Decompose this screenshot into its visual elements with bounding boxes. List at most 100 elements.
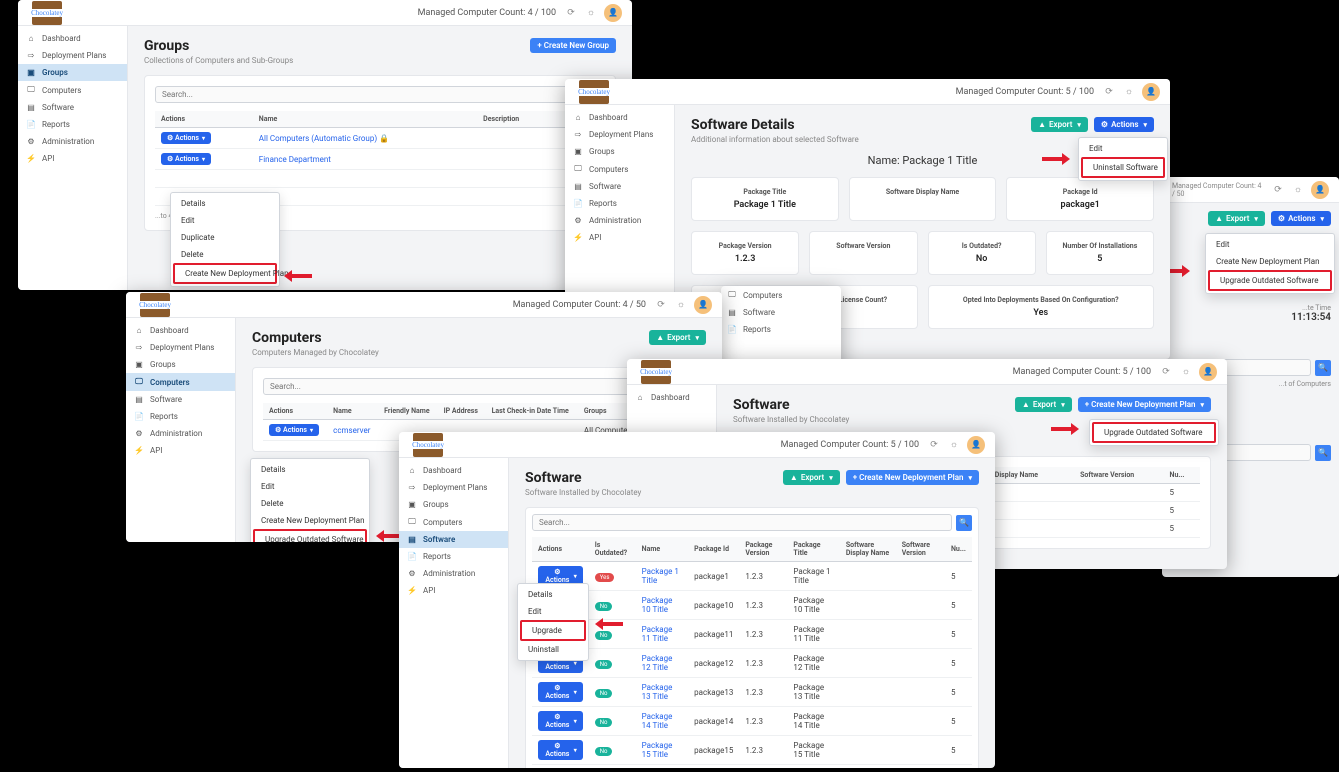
actions-dropdown[interactable]: Details Edit Duplicate Delete Create New…	[170, 192, 280, 287]
theme-icon[interactable]: ☼	[1122, 85, 1136, 99]
actions-dropdown[interactable]: Details Edit Upgrade Uninstall	[517, 583, 589, 661]
menu-edit[interactable]: Edit	[251, 478, 369, 495]
avatar[interactable]: 👤	[1311, 181, 1329, 199]
avatar[interactable]: 👤	[967, 436, 985, 454]
sidebar-item-admin[interactable]: ⚙Administration	[565, 212, 674, 229]
menu-create-deployment[interactable]: Create New Deployment Plan	[251, 512, 369, 529]
refresh-icon[interactable]: ⟳	[564, 6, 578, 20]
export-button[interactable]: ▲ Export	[1015, 397, 1072, 412]
sidebar-item-dashboard[interactable]: ⌂Dashboard	[565, 109, 674, 126]
table-row[interactable]: ⚙ Actions ▾ No Package 10 Titlepackage10…	[532, 591, 972, 620]
sidebar-item-reports[interactable]: 📄Reports	[721, 321, 841, 338]
sidebar-item-deployment[interactable]: ⇨Deployment Plans	[565, 126, 674, 143]
sidebar-item-admin[interactable]: ⚙Administration	[126, 425, 235, 442]
sidebar-item-computers[interactable]: 🖵Computers	[565, 160, 674, 178]
sidebar-item-dashboard[interactable]: ⌂Dashboard	[126, 322, 235, 339]
sidebar-item-reports[interactable]: 📄Reports	[126, 408, 235, 425]
sidebar-item-groups[interactable]: ▣Groups	[399, 496, 508, 513]
refresh-icon[interactable]: ⟳	[927, 438, 941, 452]
sidebar-item-computers[interactable]: 🖵Computers	[399, 513, 508, 531]
refresh-icon[interactable]: ⟳	[1159, 365, 1173, 379]
actions-button[interactable]: ⚙ Actions ▾	[269, 424, 319, 436]
menu-details[interactable]: Details	[518, 586, 588, 603]
sidebar-item-software[interactable]: ▤Software	[399, 531, 508, 548]
actions-button[interactable]: ⚙ Actions ▾	[538, 682, 583, 702]
table-row[interactable]: ⚙ Actions ▾ No Package 14 Titlepackage14…	[532, 707, 972, 736]
export-button[interactable]: ▲ Export	[783, 470, 840, 485]
export-button[interactable]: ▲ Export	[649, 330, 706, 345]
actions-button[interactable]: ⚙ Actions	[1271, 211, 1331, 226]
create-dropdown[interactable]: Upgrade Outdated Software	[1089, 419, 1219, 446]
sidebar-item-deployment[interactable]: ⇨Deployment Plans	[18, 47, 127, 64]
sidebar-item-groups[interactable]: ▣Groups	[18, 64, 127, 81]
theme-icon[interactable]: ☼	[1291, 183, 1305, 197]
actions-dropdown[interactable]: Edit Uninstall Software	[1078, 137, 1168, 181]
menu-upgrade[interactable]: Upgrade	[520, 620, 586, 641]
sidebar-item-admin[interactable]: ⚙Administration	[18, 133, 127, 150]
sidebar-item-computers[interactable]: 🖵Computers	[18, 81, 127, 99]
avatar[interactable]: 👤	[694, 296, 712, 314]
table-row[interactable]: ⚙ Actions ▾ No Package 15 Titlepackage15…	[532, 736, 972, 765]
theme-icon[interactable]: ☼	[584, 6, 598, 20]
table-row[interactable]: ⚙ Actions ▾ No Package 16 Titlepackage16…	[532, 765, 972, 769]
menu-delete[interactable]: Delete	[171, 246, 279, 263]
sidebar-item-deployment[interactable]: ⇨Deployment Plans	[399, 479, 508, 496]
sidebar-item-groups[interactable]: ▣Groups	[126, 356, 235, 373]
menu-delete[interactable]: Delete	[251, 495, 369, 512]
actions-button[interactable]: ⚙ Actions ▾	[161, 132, 211, 144]
search-input[interactable]	[155, 86, 605, 103]
export-button[interactable]: ▲ Export	[1208, 211, 1265, 226]
search-button[interactable]: 🔍	[956, 515, 972, 531]
sidebar-item-api[interactable]: ⚡API	[565, 229, 674, 246]
menu-edit[interactable]: Edit	[1079, 140, 1167, 157]
sidebar-item-deployment[interactable]: ⇨Deployment Plans	[126, 339, 235, 356]
avatar[interactable]: 👤	[1199, 363, 1217, 381]
menu-uninstall[interactable]: Uninstall Software	[1081, 157, 1165, 178]
actions-dropdown[interactable]: Details Edit Delete Create New Deploymen…	[250, 458, 370, 542]
avatar[interactable]: 👤	[1142, 83, 1160, 101]
sidebar-item-admin[interactable]: ⚙Administration	[399, 565, 508, 582]
create-deployment-button[interactable]: + Create New Deployment Plan	[846, 470, 979, 485]
refresh-icon[interactable]: ⟳	[1102, 85, 1116, 99]
actions-dropdown[interactable]: Edit Create New Deployment Plan Upgrade …	[1205, 233, 1335, 294]
menu-upgrade-outdated[interactable]: Upgrade Outdated Software	[1208, 270, 1332, 291]
refresh-icon[interactable]: ⟳	[1271, 183, 1285, 197]
table-row[interactable]: ⚙ Actions ▾ Yes Package 1 Titlepackage11…	[532, 562, 972, 591]
menu-uninstall[interactable]: Uninstall	[518, 641, 588, 658]
sidebar-item-reports[interactable]: 📄Reports	[18, 116, 127, 133]
sidebar-item-groups[interactable]: ▣Groups	[565, 143, 674, 160]
avatar[interactable]: 👤	[604, 4, 622, 22]
menu-upgrade-outdated[interactable]: Upgrade Outdated Software	[1092, 422, 1216, 443]
sidebar-item-reports[interactable]: 📄Reports	[399, 548, 508, 565]
export-button[interactable]: ▲ Export	[1031, 117, 1088, 132]
sidebar-item-software[interactable]: ▤Software	[565, 178, 674, 195]
create-group-button[interactable]: + Create New Group	[530, 38, 616, 53]
sidebar-item-software[interactable]: ▤Software	[18, 99, 127, 116]
menu-upgrade-outdated[interactable]: Upgrade Outdated Software	[253, 529, 367, 542]
create-deployment-button[interactable]: + Create New Deployment Plan	[1078, 397, 1211, 412]
menu-create-deployment[interactable]: Create New Deployment Plan	[1206, 253, 1334, 270]
menu-details[interactable]: Details	[251, 461, 369, 478]
menu-edit[interactable]: Edit	[518, 603, 588, 620]
table-row[interactable]: ⚙ Actions ▾ No Package 13 Titlepackage13…	[532, 678, 972, 707]
search-button[interactable]: 🔍	[1315, 445, 1331, 461]
menu-edit[interactable]: Edit	[171, 212, 279, 229]
sidebar-item-api[interactable]: ⚡API	[399, 582, 508, 599]
actions-button[interactable]: ⚙ Actions ▾	[538, 711, 583, 731]
search-button[interactable]: 🔍	[1315, 360, 1331, 376]
sidebar-item-dashboard[interactable]: ⌂Dashboard	[399, 462, 508, 479]
menu-details[interactable]: Details	[171, 195, 279, 212]
table-row[interactable]: ⚙ Actions ▾ No Package 11 Titlepackage11…	[532, 620, 972, 649]
actions-button[interactable]: ⚙ Actions	[1094, 117, 1154, 132]
actions-button[interactable]: ⚙ Actions ▾	[161, 153, 211, 165]
refresh-icon[interactable]: ⟳	[654, 298, 668, 312]
theme-icon[interactable]: ☼	[1179, 365, 1193, 379]
sidebar-item-software[interactable]: ▤Software	[126, 391, 235, 408]
sidebar-item-reports[interactable]: 📄Reports	[565, 195, 674, 212]
table-row[interactable]: ⚙ Actions ▾ Finance Department 2	[155, 149, 605, 170]
menu-duplicate[interactable]: Duplicate	[171, 229, 279, 246]
sidebar-item-dashboard[interactable]: ⌂Dashboard	[18, 30, 127, 47]
sidebar-item-api[interactable]: ⚡API	[18, 150, 127, 167]
sidebar-item-software[interactable]: ▤Software	[721, 304, 841, 321]
actions-button[interactable]: ⚙ Actions ▾	[538, 740, 583, 760]
